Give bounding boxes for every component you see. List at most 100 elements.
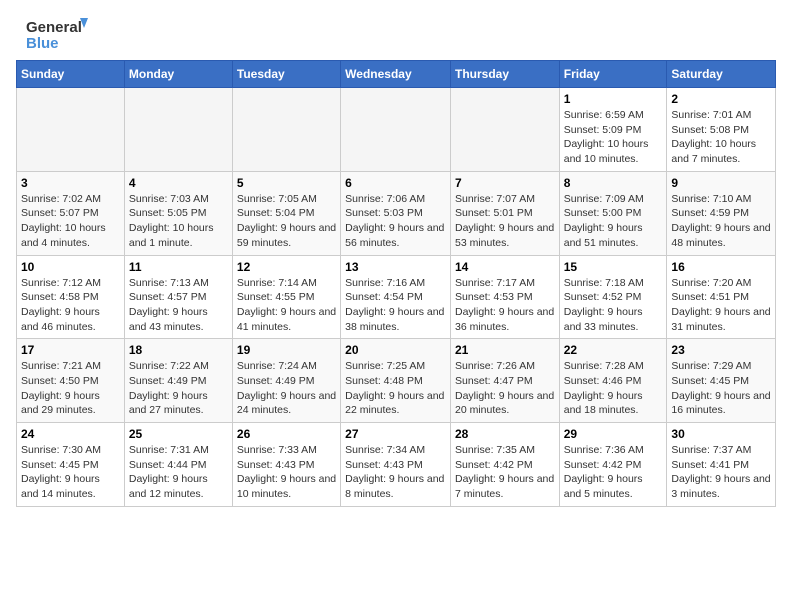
calendar-cell: 23 Sunrise: 7:29 AM Sunset: 4:45 PM Dayli… <box>667 339 776 423</box>
day-number: 21 <box>455 343 555 357</box>
day-number: 27 <box>345 427 446 441</box>
days-of-week-header: SundayMondayTuesdayWednesdayThursdayFrid… <box>17 61 776 88</box>
logo-svg: General Blue <box>16 16 96 52</box>
day-number: 20 <box>345 343 446 357</box>
calendar-cell: 29Sunrise: 7:36 AM Sunset: 4:42 PM Dayli… <box>559 423 667 507</box>
day-of-week-tuesday: Tuesday <box>232 61 340 88</box>
calendar-cell: 30 Sunrise: 7:37 AM Sunset: 4:41 PM Dayli… <box>667 423 776 507</box>
day-of-week-thursday: Thursday <box>450 61 559 88</box>
day-number: 14 <box>455 260 555 274</box>
calendar-cell: 6Sunrise: 7:06 AM Sunset: 5:03 PM Daylig… <box>341 171 451 255</box>
calendar-cell <box>232 88 340 172</box>
calendar-cell: 18 Sunrise: 7:22 AM Sunset: 4:49 PM Dayli… <box>124 339 232 423</box>
day-of-week-monday: Monday <box>124 61 232 88</box>
calendar-cell: 17Sunrise: 7:21 AM Sunset: 4:50 PM Dayli… <box>17 339 125 423</box>
day-number: 11 <box>129 260 228 274</box>
day-number: 12 <box>237 260 336 274</box>
day-info: Sunrise: 7:05 AM Sunset: 5:04 PM Dayligh… <box>237 192 336 251</box>
day-info: Sunrise: 7:03 AM Sunset: 5:05 PM Dayligh… <box>129 192 228 251</box>
day-number: 5 <box>237 176 336 190</box>
calendar-cell: 26 Sunrise: 7:33 AM Sunset: 4:43 PM Dayli… <box>232 423 340 507</box>
day-info: Sunrise: 7:16 AM Sunset: 4:54 PM Dayligh… <box>345 276 446 335</box>
day-number: 9 <box>671 176 771 190</box>
day-number: 26 <box>237 427 336 441</box>
day-info: Sunrise: 7:06 AM Sunset: 5:03 PM Dayligh… <box>345 192 446 251</box>
day-info: Sunrise: 7:10 AM Sunset: 4:59 PM Dayligh… <box>671 192 771 251</box>
day-of-week-sunday: Sunday <box>17 61 125 88</box>
day-number: 1 <box>564 92 663 106</box>
day-info: Sunrise: 7:09 AM Sunset: 5:00 PM Dayligh… <box>564 192 663 251</box>
calendar-cell: 25Sunrise: 7:31 AM Sunset: 4:44 PM Dayli… <box>124 423 232 507</box>
calendar-cell: 24Sunrise: 7:30 AM Sunset: 4:45 PM Dayli… <box>17 423 125 507</box>
calendar-cell: 4 Sunrise: 7:03 AM Sunset: 5:05 PM Daylig… <box>124 171 232 255</box>
day-number: 18 <box>129 343 228 357</box>
calendar-cell: 9 Sunrise: 7:10 AM Sunset: 4:59 PM Daylig… <box>667 171 776 255</box>
day-number: 8 <box>564 176 663 190</box>
day-number: 19 <box>237 343 336 357</box>
calendar-cell <box>341 88 451 172</box>
calendar-week-4: 17Sunrise: 7:21 AM Sunset: 4:50 PM Dayli… <box>17 339 776 423</box>
calendar-cell: 12 Sunrise: 7:14 AM Sunset: 4:55 PM Dayli… <box>232 255 340 339</box>
calendar-cell: 2 Sunrise: 7:01 AM Sunset: 5:08 PM Daylig… <box>667 88 776 172</box>
day-info: Sunrise: 7:29 AM Sunset: 4:45 PM Dayligh… <box>671 359 771 418</box>
day-info: Sunrise: 7:18 AM Sunset: 4:52 PM Dayligh… <box>564 276 663 335</box>
calendar-cell: 27 Sunrise: 7:34 AM Sunset: 4:43 PM Dayli… <box>341 423 451 507</box>
day-number: 2 <box>671 92 771 106</box>
day-info: Sunrise: 7:34 AM Sunset: 4:43 PM Dayligh… <box>345 443 446 502</box>
day-info: Sunrise: 7:33 AM Sunset: 4:43 PM Dayligh… <box>237 443 336 502</box>
calendar-cell: 19 Sunrise: 7:24 AM Sunset: 4:49 PM Dayli… <box>232 339 340 423</box>
day-info: Sunrise: 7:31 AM Sunset: 4:44 PM Dayligh… <box>129 443 228 502</box>
calendar-cell: 14 Sunrise: 7:17 AM Sunset: 4:53 PM Dayli… <box>450 255 559 339</box>
day-info: Sunrise: 7:35 AM Sunset: 4:42 PM Dayligh… <box>455 443 555 502</box>
calendar-cell <box>124 88 232 172</box>
calendar-cell: 8 Sunrise: 7:09 AM Sunset: 5:00 PM Daylig… <box>559 171 667 255</box>
day-info: Sunrise: 6:59 AM Sunset: 5:09 PM Dayligh… <box>564 108 663 167</box>
day-info: Sunrise: 7:12 AM Sunset: 4:58 PM Dayligh… <box>21 276 120 335</box>
calendar-cell: 15 Sunrise: 7:18 AM Sunset: 4:52 PM Dayli… <box>559 255 667 339</box>
day-info: Sunrise: 7:25 AM Sunset: 4:48 PM Dayligh… <box>345 359 446 418</box>
day-info: Sunrise: 7:37 AM Sunset: 4:41 PM Dayligh… <box>671 443 771 502</box>
day-number: 4 <box>129 176 228 190</box>
day-info: Sunrise: 7:20 AM Sunset: 4:51 PM Dayligh… <box>671 276 771 335</box>
calendar-week-5: 24Sunrise: 7:30 AM Sunset: 4:45 PM Dayli… <box>17 423 776 507</box>
day-info: Sunrise: 7:24 AM Sunset: 4:49 PM Dayligh… <box>237 359 336 418</box>
day-number: 23 <box>671 343 771 357</box>
calendar-cell: 13 Sunrise: 7:16 AM Sunset: 4:54 PM Dayli… <box>341 255 451 339</box>
day-number: 7 <box>455 176 555 190</box>
calendar-cell: 28 Sunrise: 7:35 AM Sunset: 4:42 PM Dayli… <box>450 423 559 507</box>
calendar-cell: 3Sunrise: 7:02 AM Sunset: 5:07 PM Daylig… <box>17 171 125 255</box>
calendar-cell: 21 Sunrise: 7:26 AM Sunset: 4:47 PM Dayli… <box>450 339 559 423</box>
calendar-cell: 10 Sunrise: 7:12 AM Sunset: 4:58 PM Dayli… <box>17 255 125 339</box>
calendar-cell: 20 Sunrise: 7:25 AM Sunset: 4:48 PM Dayli… <box>341 339 451 423</box>
day-info: Sunrise: 7:22 AM Sunset: 4:49 PM Dayligh… <box>129 359 228 418</box>
calendar-table: SundayMondayTuesdayWednesdayThursdayFrid… <box>16 60 776 507</box>
svg-text:Blue: Blue <box>26 35 59 52</box>
day-number: 22 <box>564 343 663 357</box>
day-info: Sunrise: 7:01 AM Sunset: 5:08 PM Dayligh… <box>671 108 771 167</box>
day-number: 10 <box>21 260 120 274</box>
day-of-week-saturday: Saturday <box>667 61 776 88</box>
day-of-week-friday: Friday <box>559 61 667 88</box>
day-number: 13 <box>345 260 446 274</box>
calendar-cell: 7Sunrise: 7:07 AM Sunset: 5:01 PM Daylig… <box>450 171 559 255</box>
day-number: 16 <box>671 260 771 274</box>
day-number: 30 <box>671 427 771 441</box>
calendar-cell <box>17 88 125 172</box>
calendar-week-3: 10 Sunrise: 7:12 AM Sunset: 4:58 PM Dayli… <box>17 255 776 339</box>
header: General Blue <box>16 16 776 52</box>
day-number: 15 <box>564 260 663 274</box>
day-of-week-wednesday: Wednesday <box>341 61 451 88</box>
day-number: 28 <box>455 427 555 441</box>
day-info: Sunrise: 7:14 AM Sunset: 4:55 PM Dayligh… <box>237 276 336 335</box>
logo: General Blue <box>16 16 96 52</box>
day-info: Sunrise: 7:17 AM Sunset: 4:53 PM Dayligh… <box>455 276 555 335</box>
calendar-week-2: 3Sunrise: 7:02 AM Sunset: 5:07 PM Daylig… <box>17 171 776 255</box>
calendar-cell: 22Sunrise: 7:28 AM Sunset: 4:46 PM Dayli… <box>559 339 667 423</box>
calendar-week-1: 1 Sunrise: 6:59 AM Sunset: 5:09 PM Daylig… <box>17 88 776 172</box>
calendar-body: 1 Sunrise: 6:59 AM Sunset: 5:09 PM Daylig… <box>17 88 776 507</box>
calendar-cell: 16 Sunrise: 7:20 AM Sunset: 4:51 PM Dayli… <box>667 255 776 339</box>
day-info: Sunrise: 7:02 AM Sunset: 5:07 PM Dayligh… <box>21 192 120 251</box>
day-info: Sunrise: 7:26 AM Sunset: 4:47 PM Dayligh… <box>455 359 555 418</box>
svg-text:General: General <box>26 19 82 36</box>
day-info: Sunrise: 7:13 AM Sunset: 4:57 PM Dayligh… <box>129 276 228 335</box>
